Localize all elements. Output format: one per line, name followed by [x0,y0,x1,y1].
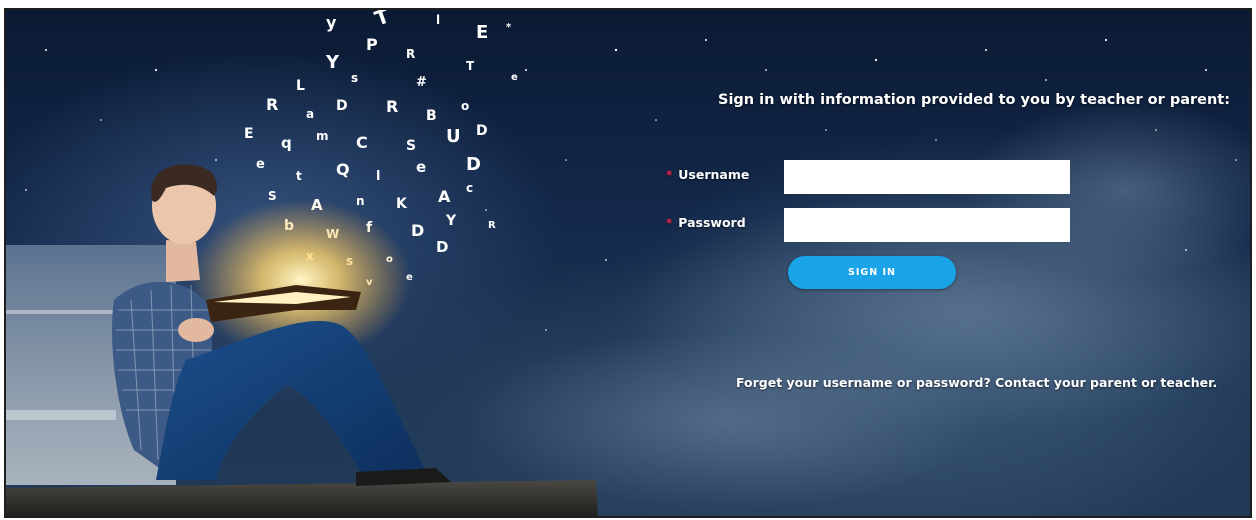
required-marker: * [666,216,673,230]
svg-text:S: S [268,189,277,203]
svg-text:t: t [296,169,302,183]
background-illustration: y T E l * P R Y L s # T e R a D R B o E … [6,10,1250,516]
svg-text:n: n [356,194,365,208]
svg-text:B: B [426,108,437,124]
svg-text:L: L [296,78,305,94]
svg-text:D: D [466,154,481,175]
svg-text:Q: Q [336,160,350,179]
svg-text:R: R [406,47,415,61]
password-input[interactable] [784,208,1070,242]
login-page: y T E l * P R Y L s # T e R a D R B o E … [4,8,1252,518]
username-input[interactable] [784,160,1070,194]
sign-in-button[interactable]: SIGN IN [788,256,956,289]
stone-ledge [6,480,598,516]
svg-text:R: R [386,97,398,116]
svg-text:q: q [281,134,292,152]
svg-text:P: P [366,35,378,54]
svg-text:e: e [511,72,518,83]
svg-text:Y: Y [325,52,340,73]
svg-text:D: D [476,123,488,139]
signin-heading: Sign in with information provided to you… [718,92,1231,108]
svg-text:E: E [476,22,488,43]
svg-text:m: m [316,129,329,143]
svg-text:e: e [416,158,426,176]
svg-text:o: o [461,99,469,113]
horizon [6,410,116,420]
svg-text:e: e [256,157,265,172]
svg-text:U: U [446,126,461,147]
svg-text:y: y [326,13,337,32]
username-label: * Username [666,167,749,182]
password-label: * Password [666,215,746,230]
forgot-credentials-text: Forget your username or password? Contac… [736,375,1218,390]
svg-text:A: A [438,187,451,206]
svg-text:R: R [266,95,278,114]
svg-text:l: l [376,169,380,184]
svg-text:D: D [411,221,424,240]
horizon [6,310,126,314]
svg-text:T: T [372,10,393,31]
svg-text:R: R [488,220,496,231]
svg-text:T: T [466,59,475,73]
svg-text:a: a [306,107,314,121]
svg-text:D: D [436,238,448,256]
svg-text:C: C [356,133,368,152]
username-label-text: Username [678,167,750,182]
password-label-text: Password [678,215,746,230]
svg-text:c: c [466,181,473,195]
svg-text:s: s [351,71,358,85]
svg-text:#: # [416,75,427,90]
svg-text:l: l [436,13,440,27]
svg-text:K: K [396,196,408,212]
required-marker: * [666,168,673,182]
svg-text:Y: Y [445,213,457,229]
svg-text:E: E [244,126,254,142]
svg-text:D: D [336,98,348,114]
svg-text:S: S [406,138,416,154]
svg-text:*: * [506,22,512,33]
